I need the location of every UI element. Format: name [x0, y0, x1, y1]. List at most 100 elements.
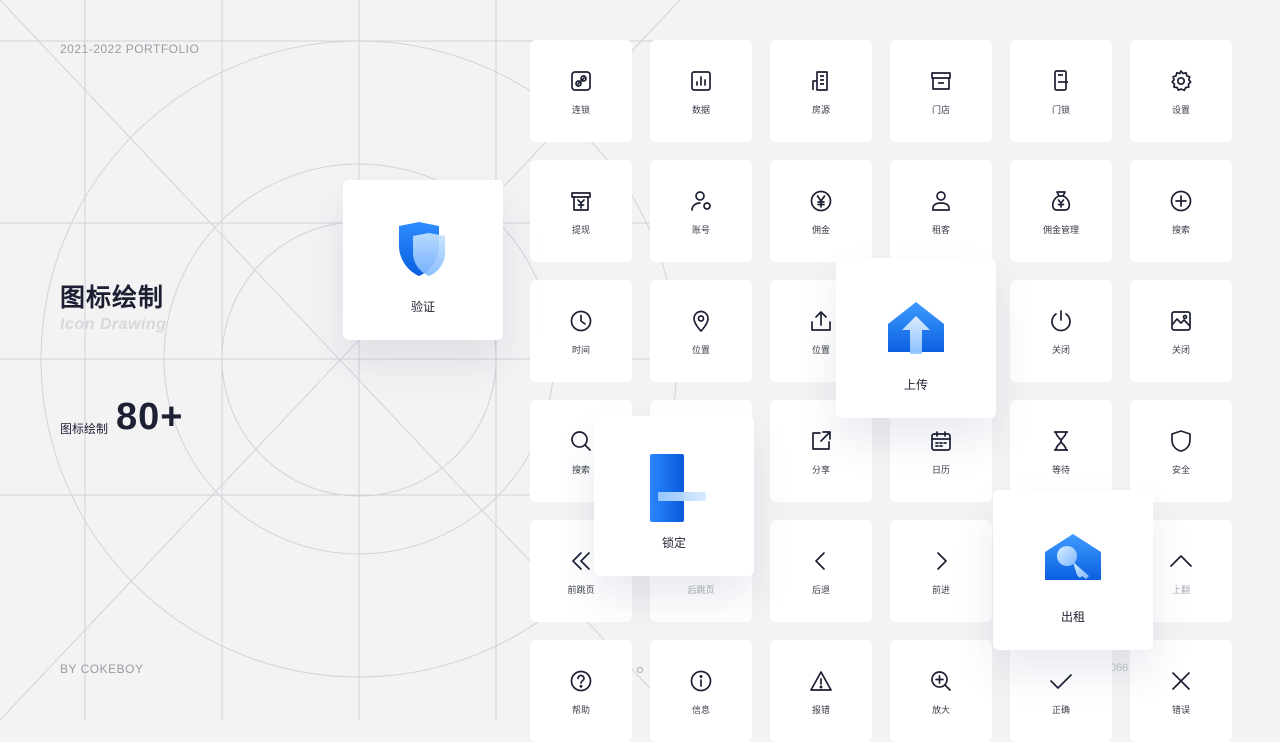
tile-label: 提现: [571, 225, 590, 235]
tile-label: 位置: [691, 345, 710, 355]
clock-icon: [570, 310, 592, 332]
yen-coin-icon: [810, 190, 832, 212]
icon-tile[interactable]: 关闭: [1010, 280, 1112, 382]
tile-label: 错误: [1171, 705, 1190, 715]
help-icon: [570, 670, 592, 692]
icon-tile[interactable]: 错误: [1130, 640, 1232, 742]
icon-tile[interactable]: 正确: [1010, 640, 1112, 742]
location-pin-icon: [693, 310, 709, 332]
share-icon: [812, 431, 831, 450]
calendar-icon: [931, 431, 951, 451]
chevron-left-icon: [815, 552, 825, 570]
tile-label: 租客: [931, 225, 950, 235]
warning-icon: [810, 671, 832, 691]
power-icon: [1051, 310, 1071, 332]
tile-label: 门锁: [1051, 105, 1070, 115]
tile-label: 关闭: [1171, 345, 1190, 355]
tile-label: 正确: [1051, 705, 1070, 715]
page-subtitle: Icon Drawing: [60, 316, 167, 333]
icon-tile[interactable]: 位置: [650, 280, 752, 382]
icon-tile[interactable]: 账号: [650, 160, 752, 262]
tile-label: 放大: [931, 705, 950, 715]
link-icon: [571, 71, 591, 91]
featured-label: 锁定: [661, 536, 686, 550]
icon-tile[interactable]: 放大: [890, 640, 992, 742]
chart-icon: [691, 71, 711, 91]
tile-label: 分享: [811, 465, 830, 475]
page-title: 图标绘制: [60, 284, 165, 312]
icon-tile[interactable]: 房源: [770, 40, 872, 142]
door-lock-icon: [1054, 70, 1068, 91]
icon-tile[interactable]: 提现: [530, 160, 632, 262]
icon-tile[interactable]: 后退: [770, 520, 872, 622]
icon-tile[interactable]: 前进: [890, 520, 992, 622]
tile-label: 佣金管理: [1042, 225, 1079, 235]
icon-tile[interactable]: 租客: [890, 160, 992, 262]
tile-label: 搜索: [1171, 225, 1190, 235]
search-icon: [571, 431, 591, 451]
icon-tile[interactable]: 连锁: [530, 40, 632, 142]
shield-icon: [1171, 430, 1191, 452]
featured-card-lock[interactable]: 锁定: [594, 416, 754, 576]
tile-label: 时间: [571, 345, 590, 355]
tile-label: 前进: [931, 585, 950, 595]
tenant-icon: [932, 191, 950, 211]
zoom-in-icon: [931, 671, 951, 691]
icon-tile[interactable]: 门锁: [1010, 40, 1112, 142]
featured-label: 验证: [410, 300, 435, 314]
tile-label: 信息: [691, 705, 710, 715]
stat-value: 80+: [116, 396, 184, 438]
account-icon: [691, 191, 711, 211]
gear-icon: [1171, 70, 1192, 92]
tile-label: 关闭: [1051, 345, 1070, 355]
tile-label: 日历: [931, 465, 950, 475]
tile-label: 安全: [1171, 465, 1190, 475]
check-icon: [1050, 674, 1072, 689]
stat-label: 图标绘制: [60, 422, 109, 436]
icon-tile[interactable]: 报错: [770, 640, 872, 742]
building-icon: [812, 71, 828, 91]
chevron-right-icon: [937, 552, 947, 570]
shield-verify-icon: [399, 222, 445, 276]
featured-label: 上传: [903, 378, 928, 392]
door-lock-3d-icon: [650, 454, 706, 522]
author-credit: BY COKEBOY: [60, 662, 144, 676]
featured-card-verify[interactable]: 验证: [343, 180, 503, 340]
hourglass-icon: [1054, 431, 1068, 451]
portfolio-year: 2021-2022 PORTFOLIO: [60, 42, 200, 56]
icon-tile[interactable]: 时间: [530, 280, 632, 382]
info-icon: [690, 670, 712, 692]
icon-tile[interactable]: 关闭: [1130, 280, 1232, 382]
store-icon: [931, 72, 951, 90]
chevron-up-icon: [1170, 555, 1192, 567]
tile-label: 后退: [811, 585, 830, 595]
icon-tile[interactable]: 佣金管理: [1010, 160, 1112, 262]
tile-label: 门店: [931, 105, 950, 115]
icon-tile[interactable]: 信息: [650, 640, 752, 742]
tile-label: 连锁: [571, 105, 590, 115]
double-chevron-left-icon: [572, 552, 590, 570]
icon-tile[interactable]: 门店: [890, 40, 992, 142]
icon-tile[interactable]: 数据: [650, 40, 752, 142]
featured-card-upload[interactable]: 上传: [836, 258, 996, 418]
icon-tile[interactable]: 佣金: [770, 160, 872, 262]
featured-label: 出租: [1060, 610, 1085, 624]
tile-label: 报错: [811, 705, 830, 715]
icon-tile[interactable]: 等待: [1010, 400, 1112, 502]
icon-tile[interactable]: 安全: [1130, 400, 1232, 502]
upload-tray-icon: [811, 311, 831, 331]
tile-label: 佣金: [811, 225, 830, 235]
icon-tile[interactable]: 帮助: [530, 640, 632, 742]
image-icon: [1171, 311, 1191, 331]
money-bag-icon: [1051, 191, 1071, 211]
featured-card-rent[interactable]: 出租: [993, 490, 1153, 650]
icon-tile[interactable]: 搜索: [1130, 160, 1232, 262]
close-icon: [1172, 672, 1190, 690]
icon-tile[interactable]: 设置: [1130, 40, 1232, 142]
withdraw-icon: [571, 192, 591, 211]
tile-label: 帮助: [571, 705, 590, 715]
tile-label: 设置: [1171, 105, 1190, 115]
tile-label: 房源: [811, 105, 830, 115]
upload-house-icon: [888, 302, 944, 354]
plus-circle-icon: [1170, 190, 1192, 212]
